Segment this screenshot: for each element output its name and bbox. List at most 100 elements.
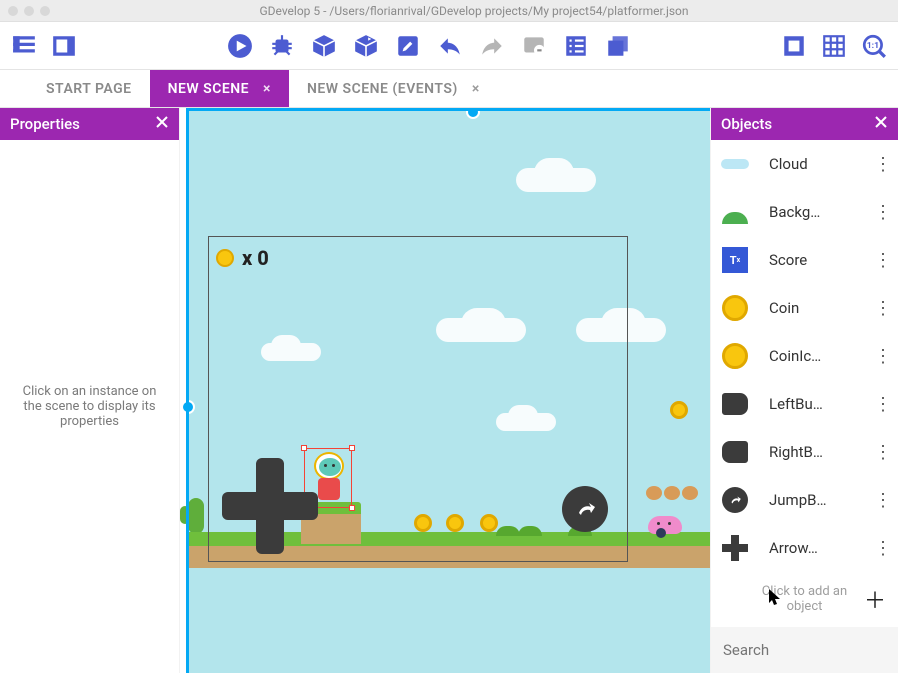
- text-icon: Tx: [719, 244, 751, 276]
- arrow-buttons-sprite[interactable]: [222, 458, 318, 554]
- object-label: JumpB…: [769, 491, 874, 509]
- more-icon[interactable]: ⋮: [874, 490, 890, 511]
- cursor-icon: [769, 589, 783, 607]
- scene-canvas[interactable]: x 0: [186, 108, 710, 673]
- tab-new-scene[interactable]: NEW SCENE ×: [150, 70, 289, 107]
- object-item-score[interactable]: Tx Score ⋮: [711, 236, 898, 284]
- cube-button-1[interactable]: [308, 30, 340, 62]
- object-item-left-button[interactable]: LeftBu… ⋮: [711, 380, 898, 428]
- score-hud-text: x 0: [242, 246, 269, 270]
- object-label: RightB…: [769, 443, 874, 461]
- add-object-label: Click to add an object: [745, 584, 864, 614]
- coin-sprite[interactable]: [670, 401, 688, 419]
- rocks-sprite[interactable]: [646, 486, 698, 500]
- coin-sprite[interactable]: [414, 514, 432, 532]
- more-icon[interactable]: ⋮: [874, 202, 890, 223]
- score-hud[interactable]: x 0: [216, 246, 269, 270]
- tab-strip: START PAGE NEW SCENE × NEW SCENE (EVENTS…: [0, 70, 898, 108]
- properties-panel: Properties Click on an instance on the s…: [0, 108, 180, 673]
- more-icon[interactable]: ⋮: [874, 154, 890, 175]
- cactus-sprite[interactable]: [188, 498, 204, 534]
- zoom-reset-button[interactable]: 1:1: [858, 30, 890, 62]
- object-label: CoinIc…: [769, 347, 874, 365]
- layers-stack-button[interactable]: [602, 30, 634, 62]
- main-toolbar: 1:1: [0, 22, 898, 70]
- plus-icon[interactable]: ＋: [864, 583, 886, 615]
- hill-icon: [719, 196, 751, 228]
- close-icon[interactable]: ×: [472, 81, 480, 97]
- cloud-sprite[interactable]: [516, 168, 596, 192]
- object-item-coin-icon[interactable]: CoinIc… ⋮: [711, 332, 898, 380]
- coin-sprite[interactable]: [480, 514, 498, 532]
- grid-button[interactable]: [818, 30, 850, 62]
- jump-button-sprite[interactable]: [562, 486, 608, 532]
- more-icon[interactable]: ⋮: [874, 298, 890, 319]
- object-item-background[interactable]: Backg… ⋮: [711, 188, 898, 236]
- object-item-coin[interactable]: Coin ⋮: [711, 284, 898, 332]
- cloud-sprite[interactable]: [496, 413, 556, 431]
- more-icon[interactable]: ⋮: [874, 346, 890, 367]
- close-icon[interactable]: ×: [263, 81, 271, 97]
- redo-button[interactable]: [476, 30, 508, 62]
- more-icon[interactable]: ⋮: [874, 538, 890, 559]
- objects-panel: Objects Cloud ⋮ Backg… ⋮ Tx Score ⋮: [710, 108, 898, 673]
- toggle-properties-button[interactable]: [8, 30, 40, 62]
- workspace: Properties Click on an instance on the s…: [0, 108, 898, 673]
- object-item-jump-button[interactable]: JumpB… ⋮: [711, 476, 898, 524]
- object-item-right-button[interactable]: RightB… ⋮: [711, 428, 898, 476]
- ball-sprite[interactable]: [656, 528, 666, 538]
- objects-list: Cloud ⋮ Backg… ⋮ Tx Score ⋮ Coin ⋮ CoinI…: [711, 140, 898, 571]
- jump-button-icon: [719, 484, 751, 516]
- tab-label: NEW SCENE: [168, 81, 249, 97]
- maximize-window-icon[interactable]: [40, 6, 50, 16]
- play-button[interactable]: [224, 30, 256, 62]
- object-label: Backg…: [769, 203, 874, 221]
- object-label: Arrow…: [769, 539, 874, 557]
- toggle-objects-button[interactable]: [48, 30, 80, 62]
- camera-bound-top: [186, 108, 710, 111]
- coin-icon: [216, 249, 234, 267]
- bush-sprite[interactable]: [518, 526, 542, 536]
- right-button-icon: [719, 436, 751, 468]
- more-icon[interactable]: ⋮: [874, 394, 890, 415]
- object-item-cloud[interactable]: Cloud ⋮: [711, 140, 898, 188]
- window-titlebar: GDevelop 5 - /Users/florianrival/GDevelo…: [0, 0, 898, 22]
- window-title: GDevelop 5 - /Users/florianrival/GDevelo…: [58, 4, 890, 18]
- debug-button[interactable]: [266, 30, 298, 62]
- scene-editor[interactable]: x 0: [180, 108, 710, 673]
- tab-new-scene-events[interactable]: NEW SCENE (EVENTS) ×: [289, 70, 498, 107]
- tab-label: START PAGE: [46, 81, 132, 97]
- search-input[interactable]: [723, 641, 898, 659]
- edit-button[interactable]: [392, 30, 424, 62]
- more-icon[interactable]: ⋮: [874, 250, 890, 271]
- object-label: Coin: [769, 299, 874, 317]
- bush-sprite[interactable]: [496, 526, 520, 536]
- properties-panel-header: Properties: [0, 108, 179, 140]
- object-label: Score: [769, 251, 874, 269]
- close-window-icon[interactable]: [8, 6, 18, 16]
- objects-panel-header: Objects: [711, 108, 898, 140]
- tab-start-page[interactable]: START PAGE: [28, 70, 150, 107]
- camera-bound-left: [186, 108, 189, 673]
- cloud-sprite[interactable]: [576, 318, 666, 342]
- layers-list-button[interactable]: [560, 30, 592, 62]
- cube-button-2[interactable]: [350, 30, 382, 62]
- coin-sprite[interactable]: [446, 514, 464, 532]
- close-icon[interactable]: [874, 115, 888, 133]
- close-icon[interactable]: [155, 115, 169, 133]
- cloud-sprite[interactable]: [261, 343, 321, 361]
- cloud-icon: [719, 148, 751, 180]
- cloud-sprite[interactable]: [436, 318, 526, 342]
- object-label: LeftBu…: [769, 395, 874, 413]
- panel-title: Properties: [10, 115, 80, 133]
- coin-icon: [719, 292, 751, 324]
- film-button[interactable]: [518, 30, 550, 62]
- more-icon[interactable]: ⋮: [874, 442, 890, 463]
- panel-title: Objects: [721, 115, 772, 133]
- mask-button[interactable]: [778, 30, 810, 62]
- add-object-button[interactable]: Click to add an object ＋: [711, 571, 898, 627]
- minimize-window-icon[interactable]: [24, 6, 34, 16]
- object-item-arrow-buttons[interactable]: Arrow… ⋮: [711, 524, 898, 571]
- undo-button[interactable]: [434, 30, 466, 62]
- tab-label: NEW SCENE (EVENTS): [307, 81, 458, 97]
